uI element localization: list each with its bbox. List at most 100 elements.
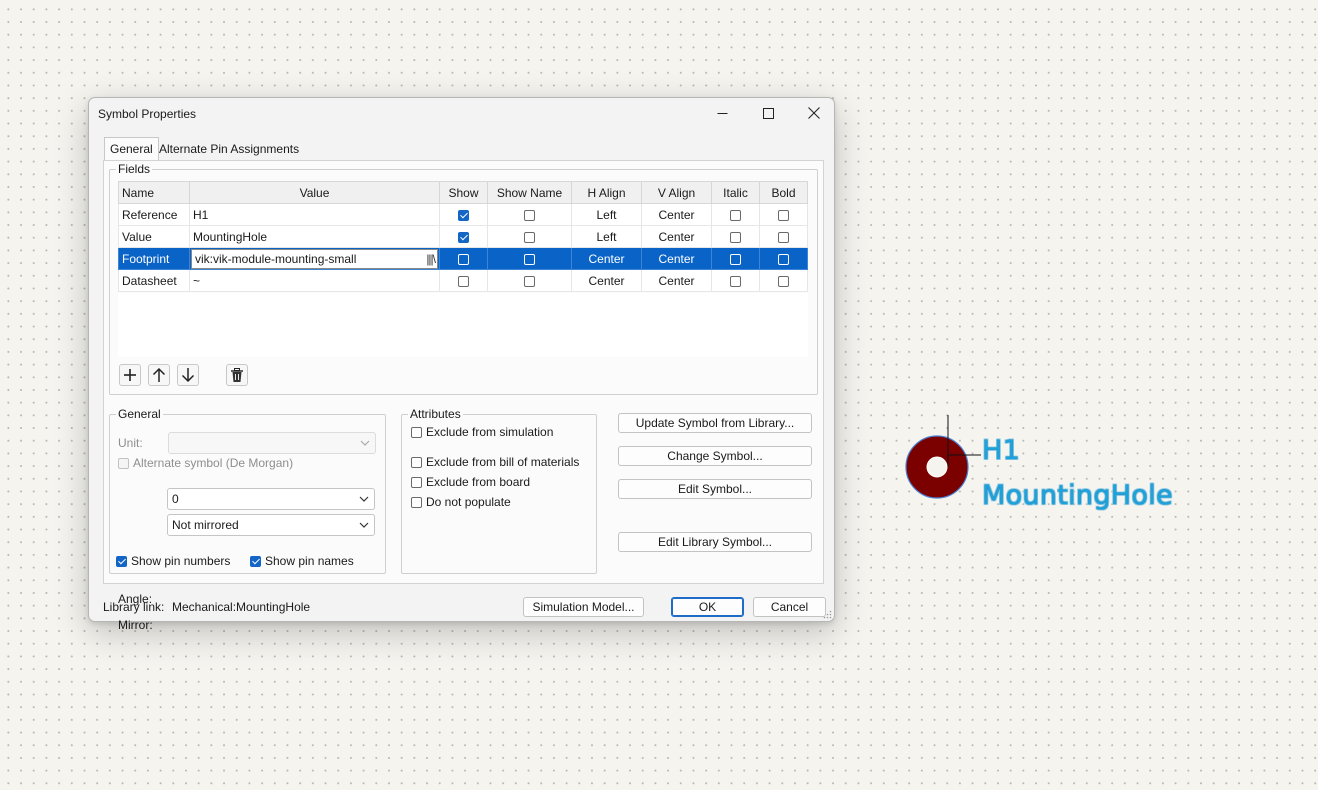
field-name-cell[interactable]: Value: [118, 225, 190, 248]
change-symbol-button[interactable]: Change Symbol...: [618, 446, 812, 466]
simulation-model-button[interactable]: Simulation Model...: [523, 597, 644, 617]
italic-cell[interactable]: [711, 247, 760, 270]
checkbox-box[interactable]: [411, 426, 422, 438]
bold-cell[interactable]: [759, 225, 808, 248]
italic-checkbox[interactable]: [730, 275, 741, 287]
table-row-selected[interactable]: Footprint vik:vik-module-mounting-small …: [118, 247, 808, 270]
mirror-select[interactable]: Not mirrored: [167, 514, 375, 536]
italic-checkbox[interactable]: [730, 209, 741, 221]
italic-cell[interactable]: [711, 269, 760, 292]
field-name-cell[interactable]: Footprint: [118, 247, 190, 270]
footprint-value-editor[interactable]: vik:vik-module-mounting-small |||\: [191, 248, 438, 269]
edit-library-symbol-button[interactable]: Edit Library Symbol...: [618, 532, 812, 552]
show-name-cell[interactable]: [487, 225, 572, 248]
do-not-populate-checkbox[interactable]: Do not populate: [411, 495, 511, 509]
bold-checkbox[interactable]: [778, 253, 789, 265]
h-align-cell[interactable]: Center: [571, 247, 642, 270]
show-name-checkbox[interactable]: [524, 275, 535, 287]
bold-cell[interactable]: [759, 269, 808, 292]
bold-cell[interactable]: [759, 247, 808, 270]
column-header-h-align[interactable]: H Align: [571, 181, 642, 204]
alternate-symbol-checkbox[interactable]: Alternate symbol (De Morgan): [118, 456, 293, 470]
h-align-cell[interactable]: Center: [571, 269, 642, 292]
show-checkbox[interactable]: [458, 231, 469, 243]
show-cell[interactable]: [439, 203, 488, 226]
grid-empty-area[interactable]: [118, 293, 808, 357]
column-header-show[interactable]: Show: [439, 181, 488, 204]
cancel-button[interactable]: Cancel: [753, 597, 826, 617]
field-name-cell[interactable]: Reference: [118, 203, 190, 226]
show-name-checkbox[interactable]: [524, 209, 535, 221]
h-align-cell[interactable]: Left: [571, 203, 642, 226]
v-align-cell[interactable]: Center: [641, 269, 712, 292]
table-row[interactable]: Datasheet ~ Center Center: [118, 269, 808, 292]
h-align-cell[interactable]: Left: [571, 225, 642, 248]
italic-checkbox[interactable]: [730, 231, 741, 243]
delete-field-button[interactable]: [226, 364, 248, 386]
minimize-button[interactable]: [699, 98, 745, 128]
reference-designator[interactable]: H1: [982, 435, 1020, 466]
show-cell[interactable]: [439, 225, 488, 248]
field-value-cell[interactable]: H1: [189, 203, 440, 226]
show-cell[interactable]: [439, 269, 488, 292]
v-align-cell[interactable]: Center: [641, 247, 712, 270]
show-checkbox[interactable]: [458, 209, 469, 221]
table-row[interactable]: Value MountingHole Left Center: [118, 225, 808, 248]
maximize-button[interactable]: [745, 98, 791, 128]
checkbox-box[interactable]: [411, 456, 422, 468]
show-name-checkbox[interactable]: [524, 231, 535, 243]
column-header-name[interactable]: Name: [118, 181, 190, 204]
column-header-italic[interactable]: Italic: [711, 181, 760, 204]
show-pin-names-checkbox[interactable]: Show pin names: [250, 554, 354, 568]
column-header-bold[interactable]: Bold: [759, 181, 808, 204]
checkbox-box[interactable]: [250, 555, 261, 567]
show-pin-numbers-checkbox[interactable]: Show pin numbers: [116, 554, 230, 568]
tab-general[interactable]: General: [104, 137, 159, 161]
show-name-cell[interactable]: [487, 203, 572, 226]
v-align-cell[interactable]: Center: [641, 225, 712, 248]
mounting-hole-symbol[interactable]: H1 MountingHole: [896, 410, 1216, 530]
checkbox-box[interactable]: [411, 496, 422, 508]
value-label[interactable]: MountingHole: [982, 480, 1173, 511]
angle-select[interactable]: 0: [167, 488, 375, 510]
show-name-cell[interactable]: [487, 247, 572, 270]
field-value-cell[interactable]: ~: [189, 269, 440, 292]
add-field-button[interactable]: [119, 364, 141, 386]
tab-alternate-pin-assignments[interactable]: Alternate Pin Assignments: [154, 138, 304, 160]
move-up-button[interactable]: [148, 364, 170, 386]
column-header-show-name[interactable]: Show Name: [487, 181, 572, 204]
resize-grip-icon[interactable]: [823, 610, 832, 619]
field-value-cell[interactable]: vik:vik-module-mounting-small |||\: [189, 247, 440, 270]
bold-checkbox[interactable]: [778, 231, 789, 243]
edit-symbol-button[interactable]: Edit Symbol...: [618, 479, 812, 499]
library-browser-icon[interactable]: |||\: [426, 250, 436, 268]
unit-select[interactable]: [168, 432, 376, 454]
exclude-from-board-checkbox[interactable]: Exclude from board: [411, 475, 530, 489]
close-button[interactable]: [791, 98, 837, 128]
table-row[interactable]: Reference H1 Left Center: [118, 203, 808, 226]
show-name-checkbox[interactable]: [524, 253, 535, 265]
bold-checkbox[interactable]: [778, 275, 789, 287]
italic-checkbox[interactable]: [730, 253, 741, 265]
italic-cell[interactable]: [711, 225, 760, 248]
column-header-value[interactable]: Value: [189, 181, 440, 204]
bold-cell[interactable]: [759, 203, 808, 226]
update-symbol-from-library-button[interactable]: Update Symbol from Library...: [618, 413, 812, 433]
exclude-from-simulation-checkbox[interactable]: Exclude from simulation: [411, 425, 553, 439]
field-name-cell[interactable]: Datasheet: [118, 269, 190, 292]
checkbox-box[interactable]: [116, 555, 127, 567]
checkbox-box[interactable]: [411, 476, 422, 488]
checkbox-box[interactable]: [118, 457, 129, 469]
show-checkbox[interactable]: [458, 253, 469, 265]
column-header-v-align[interactable]: V Align: [641, 181, 712, 204]
italic-cell[interactable]: [711, 203, 760, 226]
show-checkbox[interactable]: [458, 275, 469, 287]
bold-checkbox[interactable]: [778, 209, 789, 221]
title-bar[interactable]: Symbol Properties: [89, 98, 834, 130]
move-down-button[interactable]: [177, 364, 199, 386]
ok-button[interactable]: OK: [671, 597, 744, 617]
show-name-cell[interactable]: [487, 269, 572, 292]
show-cell[interactable]: [439, 247, 488, 270]
exclude-from-bom-checkbox[interactable]: Exclude from bill of materials: [411, 455, 579, 469]
v-align-cell[interactable]: Center: [641, 203, 712, 226]
